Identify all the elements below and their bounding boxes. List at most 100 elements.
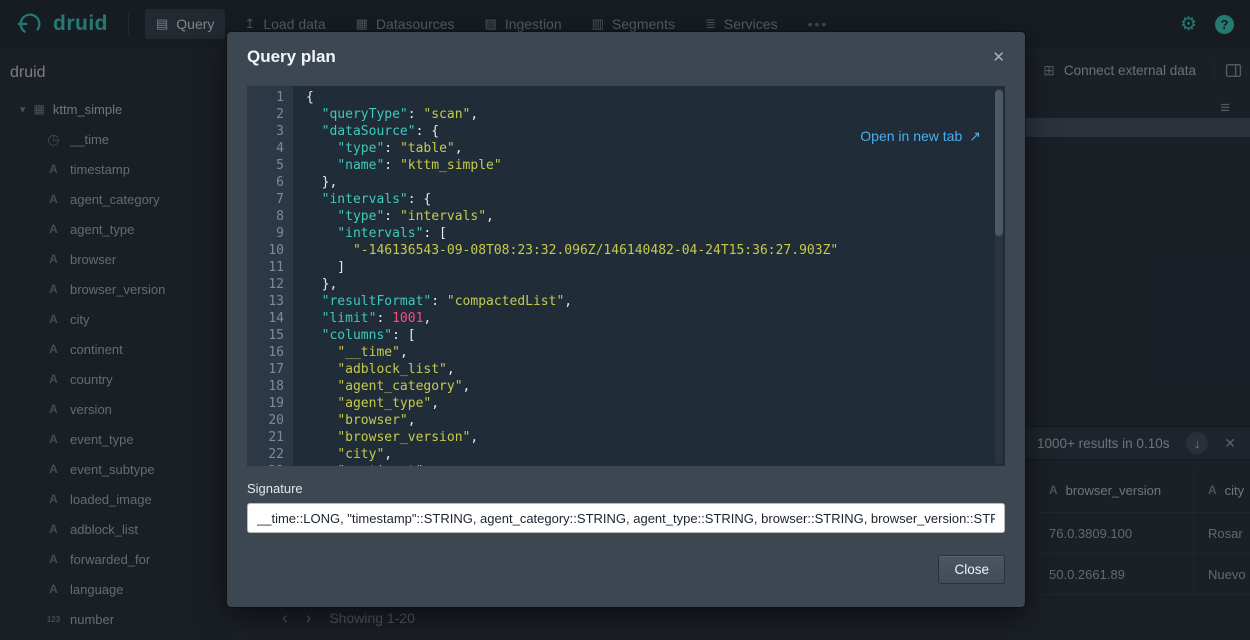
code-token: , (408, 413, 416, 428)
code-line: "adblock_list", (306, 361, 1005, 378)
signature-label: Signature (247, 481, 1005, 496)
line-number: 8 (247, 208, 284, 225)
code-token (306, 107, 322, 122)
code-token: "columns" (322, 328, 392, 343)
code-token: , (400, 345, 408, 360)
code-token: "intervals" (322, 192, 408, 207)
code-token: , (470, 430, 478, 445)
close-dialog-icon[interactable]: ✕ (992, 48, 1005, 66)
line-number: 11 (247, 259, 284, 276)
code-token: 1001 (392, 311, 423, 326)
code-token (306, 124, 322, 139)
code-token (306, 396, 337, 411)
code-token (306, 413, 337, 428)
code-token: "dataSource" (322, 124, 416, 139)
line-number: 20 (247, 412, 284, 429)
code-token: "browser" (337, 413, 407, 428)
line-number: 7 (247, 191, 284, 208)
line-number: 16 (247, 344, 284, 361)
code-line: "browser_version", (306, 429, 1005, 446)
code-token: }, (306, 277, 337, 292)
code-token: "type" (337, 209, 384, 224)
query-plan-dialog: Query plan ✕ 123456789101112131415161718… (227, 32, 1025, 607)
code-line: "type": "intervals", (306, 208, 1005, 225)
query-plan-editor[interactable]: 1234567891011121314151617181920212223 { … (247, 86, 1005, 466)
line-number: 23 (247, 463, 284, 466)
code-token: "resultFormat" (322, 294, 432, 309)
open-in-new-tab-link[interactable]: Open in new tab ↗ (860, 128, 981, 145)
line-number: 10 (247, 242, 284, 259)
code-token: "adblock_list" (337, 362, 447, 377)
code-line: "resultFormat": "compactedList", (306, 293, 1005, 310)
code-token: : (384, 209, 400, 224)
code-line: { (306, 89, 1005, 106)
code-token: "intervals" (337, 226, 423, 241)
line-number: 2 (247, 106, 284, 123)
line-number: 9 (247, 225, 284, 242)
line-number: 5 (247, 157, 284, 174)
code-token: , (423, 464, 431, 466)
editor-scrollbar[interactable] (995, 88, 1003, 464)
line-number: 1 (247, 89, 284, 106)
code-line: "agent_type", (306, 395, 1005, 412)
line-number: 18 (247, 378, 284, 395)
code-line: "city", (306, 446, 1005, 463)
open-in-new-tab-label: Open in new tab (860, 128, 962, 145)
code-token: "kttm_simple" (400, 158, 502, 173)
code-token: , (470, 107, 478, 122)
code-token (306, 362, 337, 377)
arrow-top-right-icon: ↗ (969, 128, 981, 145)
code-token (306, 141, 337, 156)
code-token: : (384, 158, 400, 173)
line-number: 21 (247, 429, 284, 446)
code-token: "scan" (423, 107, 470, 122)
code-token: , (463, 379, 471, 394)
code-line: ] (306, 259, 1005, 276)
line-number: 4 (247, 140, 284, 157)
code-token: "browser_version" (337, 430, 470, 445)
code-token: , (455, 141, 463, 156)
code-token: ] (306, 260, 345, 275)
code-token (306, 192, 322, 207)
scrollbar-thumb[interactable] (995, 90, 1003, 236)
line-number: 19 (247, 395, 284, 412)
code-token: : [ (392, 328, 415, 343)
code-token (306, 226, 337, 241)
code-token: , (486, 209, 494, 224)
code-line: "-146136543-09-08T08:23:32.096Z/14614048… (306, 242, 1005, 259)
code-token: "agent_category" (337, 379, 462, 394)
code-token: { (306, 90, 314, 105)
druid-console: druid ▤Query↥Load data▦Datasources▨Inges… (0, 0, 1250, 640)
close-button[interactable]: Close (938, 555, 1005, 584)
code-token: }, (306, 175, 337, 190)
code-line: "browser", (306, 412, 1005, 429)
code-token: "type" (337, 141, 384, 156)
dialog-title: Query plan (247, 47, 992, 67)
code-line: "intervals": [ (306, 225, 1005, 242)
code-token (306, 294, 322, 309)
code-token: , (447, 362, 455, 377)
code-token: "agent_type" (337, 396, 431, 411)
code-token (306, 379, 337, 394)
code-token: "continent" (337, 464, 423, 466)
line-number: 17 (247, 361, 284, 378)
code-token: "-146136543-09-08T08:23:32.096Z/14614048… (353, 243, 838, 258)
line-number: 6 (247, 174, 284, 191)
code-token (306, 464, 337, 466)
code-token (306, 345, 337, 360)
code-token: "name" (337, 158, 384, 173)
code-token (306, 430, 337, 445)
code-line: "continent", (306, 463, 1005, 466)
code-token (306, 243, 353, 258)
code-token (306, 209, 337, 224)
code-token: : (431, 294, 447, 309)
code-gutter: 1234567891011121314151617181920212223 (247, 86, 293, 466)
code-token (306, 311, 322, 326)
line-number: 3 (247, 123, 284, 140)
signature-input[interactable] (247, 503, 1005, 533)
code-token: : (408, 107, 424, 122)
line-number: 22 (247, 446, 284, 463)
code-token: "compactedList" (447, 294, 564, 309)
code-token: "queryType" (322, 107, 408, 122)
code-token: : (384, 141, 400, 156)
